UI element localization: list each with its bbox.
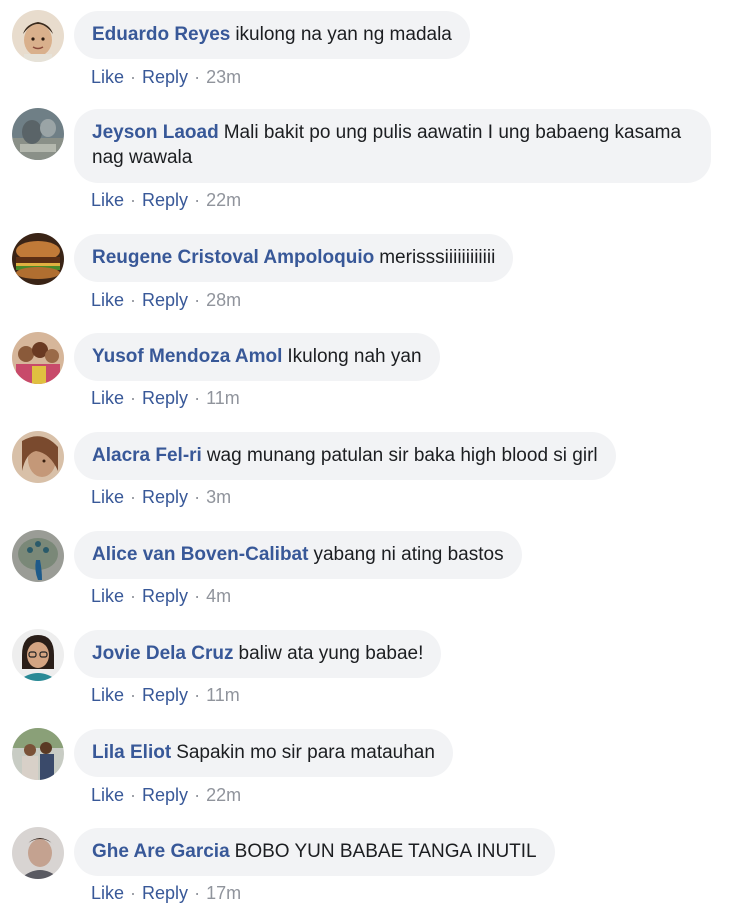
avatar[interactable] — [12, 530, 64, 582]
separator-dot: · — [130, 290, 137, 310]
separator-dot: · — [130, 190, 137, 210]
comment-actions: Like · Reply · 4m — [91, 585, 231, 607]
separator-dot: · — [130, 586, 137, 606]
comment-actions: Like · Reply · 22m — [91, 189, 241, 211]
comment-author-link[interactable]: Alacra Fel-ri — [92, 445, 202, 466]
peacock-avatar-icon — [12, 530, 64, 582]
comment-actions: Like · Reply · 28m — [91, 289, 241, 311]
comment-bubble: Alice van Boven-Calibat yabang ni ating b… — [74, 531, 522, 579]
like-link[interactable]: Like — [91, 67, 124, 87]
like-link[interactable]: Like — [91, 388, 124, 408]
comment-text: baliw ata yung babae! — [238, 643, 424, 664]
comment-actions: Like · Reply · 23m — [91, 66, 241, 88]
avatar[interactable] — [12, 10, 64, 62]
reply-link[interactable]: Reply — [142, 190, 188, 210]
comment-author-link[interactable]: Alice van Boven-Calibat — [92, 544, 308, 565]
reply-link[interactable]: Reply — [142, 388, 188, 408]
man-portrait-avatar-icon — [12, 827, 64, 879]
comment-text: yabang ni ating bastos — [313, 544, 504, 565]
like-link[interactable]: Like — [91, 785, 124, 805]
separator-dot: · — [194, 785, 201, 805]
like-link[interactable]: Like — [91, 586, 124, 606]
comment-author-link[interactable]: Lila Eliot — [92, 742, 171, 763]
comment-bubble: Alacra Fel-ri wag munang patulan sir baka… — [74, 432, 616, 480]
comment-bubble: Yusof Mendoza Amol Ikulong nah yan — [74, 333, 440, 381]
comment-bubble: Lila Eliot Sapakin mo sir para matauhan — [74, 729, 453, 777]
separator-dot: · — [194, 67, 201, 87]
boy-portrait-avatar-icon — [12, 10, 64, 62]
comment-actions: Like · Reply · 11m — [91, 684, 240, 706]
comment-timestamp[interactable]: 22m — [206, 785, 241, 805]
separator-dot: · — [130, 388, 137, 408]
reply-link[interactable]: Reply — [142, 487, 188, 507]
comment-text: Sapakin mo sir para matauhan — [176, 742, 435, 763]
comment-actions: Like · Reply · 3m — [91, 486, 231, 508]
like-link[interactable]: Like — [91, 290, 124, 310]
comment-author-link[interactable]: Yusof Mendoza Amol — [92, 346, 282, 367]
blurry-photo-avatar-icon — [12, 108, 64, 160]
comment-author-link[interactable]: Eduardo Reyes — [92, 24, 230, 45]
separator-dot: · — [194, 388, 201, 408]
comment-timestamp[interactable]: 11m — [206, 388, 240, 408]
comment-text: BOBO YUN BABAE TANGA INUTIL — [234, 841, 537, 862]
comment-text: merisssiiiiiiiiiiii — [379, 247, 496, 268]
reply-link[interactable]: Reply — [142, 685, 188, 705]
separator-dot: · — [194, 685, 201, 705]
woman-portrait-avatar-icon — [12, 431, 64, 483]
comment-actions: Like · Reply · 17m — [91, 882, 241, 904]
burger-avatar-icon — [12, 233, 64, 285]
avatar[interactable] — [12, 108, 64, 160]
reply-link[interactable]: Reply — [142, 67, 188, 87]
comment-author-link[interactable]: Reugene Cristoval Ampoloquio — [92, 247, 374, 268]
comment-actions: Like · Reply · 22m — [91, 784, 241, 806]
separator-dot: · — [194, 883, 201, 903]
comment-bubble: Jovie Dela Cruz baliw ata yung babae! — [74, 630, 442, 678]
separator-dot: · — [130, 487, 137, 507]
separator-dot: · — [194, 190, 201, 210]
comment-timestamp[interactable]: 11m — [206, 685, 240, 705]
comment-timestamp[interactable]: 23m — [206, 67, 241, 87]
comment-bubble: Reugene Cristoval Ampoloquio merisssiiiii… — [74, 234, 514, 282]
avatar[interactable] — [12, 233, 64, 285]
woman-glasses-avatar-icon — [12, 629, 64, 681]
separator-dot: · — [130, 67, 137, 87]
like-link[interactable]: Like — [91, 883, 124, 903]
avatar[interactable] — [12, 629, 64, 681]
comment-timestamp[interactable]: 22m — [206, 190, 241, 210]
avatar[interactable] — [12, 728, 64, 780]
comment-text: Ikulong nah yan — [287, 346, 422, 367]
family-photo-avatar-icon — [12, 728, 64, 780]
like-link[interactable]: Like — [91, 190, 124, 210]
reply-link[interactable]: Reply — [142, 290, 188, 310]
separator-dot: · — [194, 586, 201, 606]
comment-timestamp[interactable]: 17m — [206, 883, 241, 903]
separator-dot: · — [194, 290, 201, 310]
group-photo-avatar-icon — [12, 332, 64, 384]
comment-text: ikulong na yan ng madala — [235, 24, 452, 45]
avatar[interactable] — [12, 827, 64, 879]
comment-author-link[interactable]: Jeyson Laoad — [92, 122, 219, 143]
comment-bubble: Eduardo Reyes ikulong na yan ng madala — [74, 11, 470, 59]
separator-dot: · — [130, 785, 137, 805]
like-link[interactable]: Like — [91, 685, 124, 705]
separator-dot: · — [194, 487, 201, 507]
comment-actions: Like · Reply · 11m — [91, 387, 240, 409]
separator-dot: · — [130, 685, 137, 705]
comment-timestamp[interactable]: 4m — [206, 586, 231, 606]
comment-text: wag munang patulan sir baka high blood s… — [206, 445, 598, 466]
avatar[interactable] — [12, 332, 64, 384]
separator-dot: · — [130, 883, 137, 903]
reply-link[interactable]: Reply — [142, 785, 188, 805]
reply-link[interactable]: Reply — [142, 586, 188, 606]
comment-author-link[interactable]: Jovie Dela Cruz — [92, 643, 234, 664]
comments-list: Eduardo Reyes ikulong na yan ng madala Li… — [0, 0, 750, 912]
comment-bubble: Ghe Are Garcia BOBO YUN BABAE TANGA INUTI… — [74, 828, 555, 876]
comment-author-link[interactable]: Ghe Are Garcia — [92, 841, 230, 862]
avatar[interactable] — [12, 431, 64, 483]
comment-timestamp[interactable]: 3m — [206, 487, 231, 507]
like-link[interactable]: Like — [91, 487, 124, 507]
comment-timestamp[interactable]: 28m — [206, 290, 241, 310]
reply-link[interactable]: Reply — [142, 883, 188, 903]
comment-bubble: Jeyson Laoad Mali bakit po ung pulis aawa… — [74, 109, 711, 183]
